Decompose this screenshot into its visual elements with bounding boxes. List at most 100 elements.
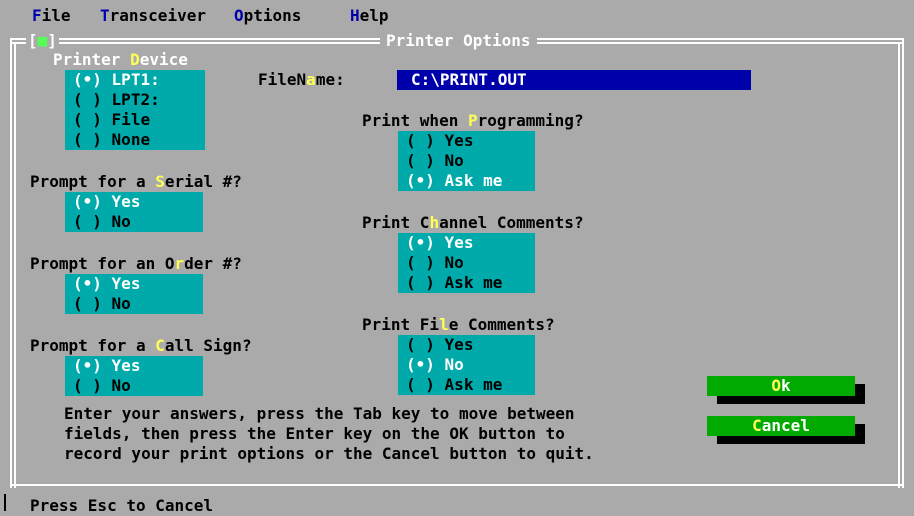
menu-file-label: ile [41,6,71,25]
printer-device-label-post: evice [139,50,188,69]
radio-lpt1[interactable]: (•) LPT1: [73,70,160,90]
frame-left-inner [14,42,16,488]
radio-programming-askme[interactable]: (•) Ask me [406,171,502,191]
radio-order-no-label: No [111,294,131,313]
radio-order-no-mark: ( ) [73,294,102,313]
ok-hotkey: O [771,376,781,395]
radio-filecomments-no[interactable]: (•) No [406,355,464,375]
callsign-question-pre: Prompt for a [30,336,156,355]
serial-hotkey: S [155,172,165,191]
order-question: Prompt for an Order #? [30,254,242,274]
radio-programming-askme-label: Ask me [444,171,503,190]
serial-question-post: erial #? [164,172,242,191]
status-text: Press Esc to Cancel [30,496,214,515]
radio-programming-yes-mark: ( ) [406,131,435,150]
radio-lpt2-mark: ( ) [73,90,102,109]
radio-filecomments-yes-label: Yes [444,335,474,354]
radio-none[interactable]: ( ) None [73,130,150,150]
radio-programming-yes[interactable]: ( ) Yes [406,131,473,151]
radio-programming-yes-label: Yes [444,131,474,150]
status-bar-cursor [4,494,6,511]
radio-programming-askme-mark: (•) [406,171,435,190]
menu-transceiver[interactable]: Transceiver [100,6,206,26]
radio-file-label: File [111,110,151,129]
programming-group: ( ) Yes ( ) No (•) Ask me [398,131,535,191]
close-icon: ■ [37,31,48,50]
menu-file-hotkey: F [32,6,42,25]
frame-right-inner [898,42,900,488]
radio-none-label: None [111,130,151,149]
close-box-right: ] [47,31,57,50]
callsign-group: (•) Yes ( ) No [65,356,203,396]
filename-label: FileName: [258,70,345,90]
radio-file-mark: ( ) [73,110,102,129]
radio-callsign-no[interactable]: ( ) No [73,376,131,396]
menu-bar: File Transceiver Options Help [0,0,914,26]
menu-transceiver-label: ransceiver [109,6,206,25]
radio-filecomments-yes-mark: ( ) [406,335,435,354]
radio-channel-no[interactable]: ( ) No [406,253,464,273]
filename-input[interactable]: C:\PRINT.OUT [397,70,751,90]
callsign-question: Prompt for a Call Sign? [30,336,252,356]
printer-device-label-pre: Printer [53,50,131,69]
radio-channel-askme[interactable]: ( ) Ask me [406,273,502,293]
radio-serial-no-label: No [111,212,131,231]
radio-lpt2[interactable]: ( ) LPT2: [73,90,160,110]
radio-serial-yes-mark: (•) [73,192,102,211]
menu-options-hotkey: O [234,6,244,25]
serial-question-pre: Prompt for a [30,172,156,191]
ok-button[interactable]: Ok [707,376,855,396]
radio-filecomments-askme-mark: ( ) [406,375,435,394]
close-box[interactable]: [■] [26,31,59,51]
radio-channel-no-label: No [444,253,464,272]
channel-question-post: annel Comments? [439,213,584,232]
filecomments-question: Print File Comments? [362,315,555,335]
filecomments-hotkey: l [439,315,449,334]
radio-filecomments-askme[interactable]: ( ) Ask me [406,375,502,395]
menu-options[interactable]: Options [234,6,301,26]
radio-file[interactable]: ( ) File [73,110,150,130]
radio-callsign-yes-mark: (•) [73,356,102,375]
programming-question-pre: Print when [362,111,468,130]
serial-question: Prompt for a Serial #? [30,172,242,192]
help-line-3: record your print options or the Cancel … [64,444,594,463]
order-question-post: der #? [184,254,242,273]
filename-label-pre: FileN [258,70,307,89]
callsign-question-post: all Sign? [164,336,252,355]
radio-programming-no[interactable]: ( ) No [406,151,464,171]
radio-filecomments-no-mark: (•) [406,355,435,374]
radio-channel-yes[interactable]: (•) Yes [406,233,473,253]
radio-order-yes-mark: (•) [73,274,102,293]
radio-programming-no-mark: ( ) [406,151,435,170]
channel-group: (•) Yes ( ) No ( ) Ask me [398,233,535,293]
radio-channel-askme-label: Ask me [444,273,503,292]
radio-callsign-no-mark: ( ) [73,376,102,395]
radio-serial-yes[interactable]: (•) Yes [73,192,140,212]
callsign-hotkey: C [155,336,165,355]
serial-group: (•) Yes ( ) No [65,192,203,232]
frame-left-outer [10,38,12,488]
filecomments-group: ( ) Yes (•) No ( ) Ask me [398,335,535,395]
radio-order-no[interactable]: ( ) No [73,294,131,314]
channel-hotkey: h [429,213,440,232]
status-bar: Press Esc to Cancel [0,492,914,515]
printer-device-hotkey: D [130,50,140,69]
order-group: (•) Yes ( ) No [65,274,203,314]
help-line-1: Enter your answers, press the Tab key to… [64,404,575,423]
cancel-button[interactable]: Cancel [707,416,855,436]
frame-bottom [10,484,904,486]
radio-serial-yes-label: Yes [111,192,141,211]
printer-device-label: Printer Device [53,50,188,70]
channel-question-pre: Print C [362,213,430,232]
radio-serial-no[interactable]: ( ) No [73,212,131,232]
radio-callsign-yes[interactable]: (•) Yes [73,356,140,376]
menu-help[interactable]: Help [350,6,389,26]
menu-options-label: ptions [243,6,302,25]
menu-file[interactable]: File [32,6,71,26]
radio-filecomments-yes[interactable]: ( ) Yes [406,335,473,355]
frame-right-outer [902,38,904,488]
printer-device-group: (•) LPT1: ( ) LPT2: ( ) File ( ) None [65,70,205,150]
radio-lpt2-label: LPT2: [111,90,160,109]
dialog-title: Printer Options [380,31,537,51]
radio-order-yes[interactable]: (•) Yes [73,274,140,294]
